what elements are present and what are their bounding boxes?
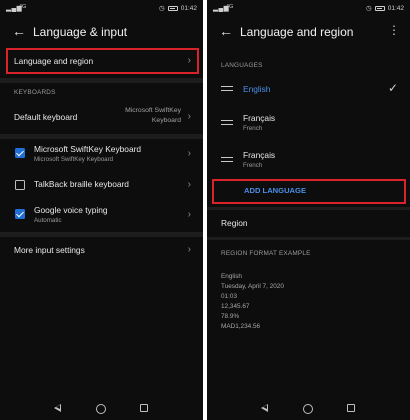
example-line: English (221, 273, 242, 280)
more-input-settings-label: More input settings (14, 245, 85, 255)
nav-home-icon[interactable] (96, 403, 106, 414)
keyboard-sub: Microsoft SwiftKey Keyboard (34, 156, 114, 163)
drag-handle-icon[interactable] (221, 120, 233, 128)
section-divider (0, 78, 203, 83)
navigation-bar (0, 398, 203, 420)
keyboard-item-talkback[interactable]: TalkBack braille keyboard › (0, 175, 203, 195)
navigation-bar (207, 398, 410, 420)
checkmark-icon: ✓ (387, 81, 398, 95)
status-bar: ▂▄▆ 4G ◷ 01:42 (207, 0, 410, 16)
language-name: Français (243, 150, 276, 160)
keyboard-item-swiftkey[interactable]: Microsoft SwiftKey Keyboard Microsoft Sw… (0, 141, 203, 171)
example-line: Tuesday, April 7, 2020 (221, 283, 284, 290)
region-format-header: REGION FORMAT EXAMPLE (221, 250, 311, 257)
battery-icon (374, 5, 385, 11)
checkbox-checked[interactable] (15, 209, 25, 219)
chevron-right-icon: › (187, 148, 191, 159)
nav-back-icon[interactable] (261, 404, 268, 412)
checkbox-unchecked[interactable] (15, 180, 25, 190)
alarm-icon: ◷ (366, 5, 372, 12)
status-bar: ▂▄▆ 4G ◷ 01:42 (0, 0, 203, 16)
drag-handle-icon[interactable] (221, 157, 233, 165)
keyboard-label: Google voice typing (34, 205, 108, 215)
nav-recents-icon[interactable] (347, 404, 355, 412)
chevron-right-icon: › (187, 111, 191, 122)
highlight-box (6, 48, 199, 74)
section-divider (0, 134, 203, 139)
keyboard-label: Microsoft SwiftKey Keyboard (34, 144, 142, 154)
region-label: Region (221, 218, 248, 228)
network-type: 4G (19, 4, 27, 10)
more-input-settings-item[interactable]: More input settings › (0, 240, 203, 260)
default-keyboard-label: Default keyboard (14, 112, 78, 122)
keyboard-sub: Automatic (34, 217, 62, 224)
region-item[interactable]: Region (207, 213, 410, 233)
status-time: 01:42 (180, 4, 197, 12)
app-bar: ← Language & input (0, 18, 203, 46)
nav-back-icon[interactable] (54, 404, 61, 412)
language-item-french-2[interactable]: Français French (207, 147, 410, 173)
example-line: MAD1,234.56 (221, 323, 261, 330)
default-keyboard-item[interactable]: Default keyboard Microsoft SwiftKey Keyb… (0, 102, 203, 132)
drag-handle-icon[interactable] (221, 86, 233, 94)
language-item-english[interactable]: English ✓ (207, 78, 410, 100)
example-line: 01:03 (221, 293, 237, 300)
highlight-box (212, 179, 406, 204)
language-input-screen: ▂▄▆ 4G ◷ 01:42 ← Language & input Langua… (0, 0, 203, 420)
keyboard-label: TalkBack braille keyboard (34, 179, 129, 189)
alarm-icon: ◷ (159, 5, 165, 12)
nav-home-icon[interactable] (303, 403, 313, 414)
chevron-right-icon: › (187, 209, 191, 220)
keyboards-section-header: KEYBOARDS (14, 89, 56, 96)
more-options-icon[interactable]: ⋮ (388, 24, 400, 36)
chevron-right-icon: › (187, 244, 191, 255)
page-title: Language and region (240, 25, 354, 39)
back-arrow-icon[interactable]: ← (219, 24, 233, 38)
back-arrow-icon[interactable]: ← (12, 24, 26, 38)
section-divider (207, 237, 410, 240)
language-sub: French (243, 162, 263, 169)
languages-section-header: LANGUAGES (221, 62, 263, 69)
section-divider (0, 232, 203, 237)
example-line: 12,345.67 (221, 303, 250, 310)
language-name: English (243, 84, 271, 94)
section-divider (207, 207, 410, 210)
nav-recents-icon[interactable] (140, 404, 148, 412)
keyboard-item-google-voice[interactable]: Google voice typing Automatic › (0, 202, 203, 230)
example-line: 78.9% (221, 313, 240, 320)
checkbox-checked[interactable] (15, 148, 25, 158)
app-bar: ← Language and region ⋮ (207, 18, 410, 46)
battery-icon (167, 5, 178, 11)
network-type: 4G (226, 4, 234, 10)
language-name: Français (243, 113, 276, 123)
default-keyboard-value: Microsoft SwiftKey (125, 107, 181, 114)
page-title: Language & input (33, 25, 128, 39)
language-sub: French (243, 125, 263, 132)
default-keyboard-value-2: Keyboard (151, 117, 181, 124)
language-region-screen: ▂▄▆ 4G ◷ 01:42 ← Language and region ⋮ L… (207, 0, 410, 420)
status-time: 01:42 (387, 4, 404, 12)
language-item-french[interactable]: Français French (207, 110, 410, 136)
chevron-right-icon: › (187, 179, 191, 190)
